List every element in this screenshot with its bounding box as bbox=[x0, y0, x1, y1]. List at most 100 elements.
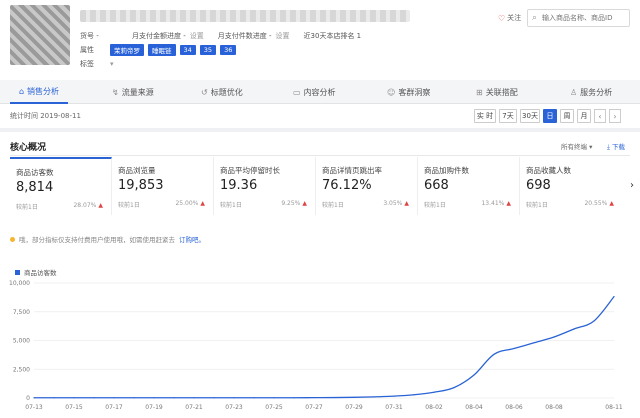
shop-rank: 近30天本店排名 1 bbox=[303, 32, 362, 40]
period-day[interactable]: 日 bbox=[543, 109, 557, 123]
data-point bbox=[233, 397, 235, 399]
product-thumbnail bbox=[10, 5, 70, 65]
tab-label: 标题优化 bbox=[210, 87, 243, 97]
attribute-tag: 睡眠链 bbox=[148, 44, 176, 56]
data-point bbox=[613, 296, 615, 298]
tab-sales-analysis[interactable]: ⌂ 销售分析 bbox=[10, 80, 68, 104]
tag-icon: ↺ bbox=[201, 87, 208, 97]
data-point bbox=[333, 396, 335, 399]
y-tick-label: 2,500 bbox=[13, 366, 30, 373]
prev-date-button[interactable]: ‹ bbox=[594, 109, 606, 123]
period-30d[interactable]: 30天 bbox=[520, 109, 540, 123]
x-tick-label: 07-19 bbox=[145, 404, 163, 411]
set-amount-link[interactable]: 设置 bbox=[190, 31, 204, 41]
data-point bbox=[593, 320, 595, 322]
data-point bbox=[133, 397, 135, 399]
tab-customer-insight[interactable]: ☺ 客群洞察 bbox=[387, 80, 430, 104]
period-month[interactable]: 月 bbox=[577, 109, 591, 123]
tab-label: 关联搭配 bbox=[485, 87, 518, 97]
y-tick-label: 0 bbox=[26, 395, 30, 402]
y-tick-label: 5,000 bbox=[13, 338, 30, 345]
chart-icon: ⌂ bbox=[18, 86, 25, 96]
data-point bbox=[533, 342, 535, 344]
data-point bbox=[113, 397, 115, 399]
tab-label: 流量来源 bbox=[121, 87, 154, 97]
product-header: 货号 - 月支付金额进度 - 设置 月支付件数进度 - 设置 近30天本店排名 … bbox=[0, 0, 640, 80]
data-point bbox=[93, 397, 95, 399]
period-7d[interactable]: 7天 bbox=[499, 109, 517, 123]
x-tick-label: 07-23 bbox=[225, 404, 243, 411]
visitors-line-chart: 0 2,500 5,000 7,500 10,000 07-13 07-15 07-17 07-… bbox=[9, 280, 623, 411]
tab-label: 销售分析 bbox=[27, 86, 60, 96]
core-overview-panel: 核心概况 所有终端 ▾ ⤓ 下载 商品访客数 8,814 较前1日 28.07%… bbox=[0, 132, 640, 418]
x-tick-label: 07-15 bbox=[65, 404, 83, 411]
tab-traffic-source[interactable]: ↯ 流量来源 bbox=[112, 80, 154, 104]
x-tick-label: 07-31 bbox=[385, 404, 403, 411]
meta-row-2: 属性 茉莉帝罗 睡眠链 34 35 36 bbox=[80, 44, 237, 56]
x-tick-label: 08-02 bbox=[425, 404, 443, 411]
x-tick-label: 08-11 bbox=[605, 404, 623, 411]
meta-label-item-no: 货号 - bbox=[80, 32, 99, 40]
set-count-link[interactable]: 设置 bbox=[276, 31, 290, 41]
y-tick-label: 7,500 bbox=[13, 309, 30, 316]
tab-title-optimization[interactable]: ↺ 标题优化 bbox=[201, 80, 243, 104]
traffic-icon: ↯ bbox=[112, 87, 119, 97]
attribute-tag: 茉莉帝罗 bbox=[110, 44, 144, 56]
time-bar: 统计时间 2019-08-11 实 时 7天 30天 日 周 月 ‹ › bbox=[0, 104, 640, 128]
data-point bbox=[473, 374, 475, 376]
data-point bbox=[493, 353, 495, 355]
data-point bbox=[193, 397, 195, 399]
data-point bbox=[53, 397, 55, 399]
product-title-blurred bbox=[80, 10, 410, 22]
link-icon: ⊞ bbox=[476, 87, 483, 97]
data-point bbox=[33, 397, 35, 399]
x-tick-label: 07-17 bbox=[105, 404, 123, 411]
data-point bbox=[513, 347, 515, 350]
x-tick-label: 08-04 bbox=[465, 404, 483, 411]
data-point bbox=[433, 391, 435, 393]
follow-button[interactable]: ♡ 关注 bbox=[498, 13, 521, 23]
users-icon: ☺ bbox=[387, 87, 396, 97]
data-point bbox=[353, 396, 355, 398]
x-tick-label: 07-29 bbox=[345, 404, 363, 411]
product-search[interactable]: ⌕ bbox=[527, 9, 630, 27]
monthly-count-progress: 月支付件数进度 - bbox=[217, 32, 272, 40]
meta-row-3: 标签 ▾ bbox=[80, 59, 114, 69]
data-point bbox=[73, 397, 75, 399]
search-input[interactable] bbox=[542, 12, 628, 24]
service-icon: ♙ bbox=[570, 87, 578, 97]
meta-label-tags: 标签 bbox=[80, 60, 94, 68]
x-tick-label: 08-06 bbox=[505, 404, 523, 411]
next-date-button[interactable]: › bbox=[609, 109, 621, 123]
tab-content-analysis[interactable]: ▭ 内容分析 bbox=[293, 80, 336, 104]
data-point bbox=[573, 328, 575, 330]
tab-related-match[interactable]: ⊞ 关联搭配 bbox=[476, 80, 518, 104]
data-point bbox=[373, 396, 375, 398]
follow-label: 关注 bbox=[507, 14, 522, 22]
data-point bbox=[453, 387, 455, 389]
meta-label-attributes: 属性 bbox=[80, 46, 94, 54]
search-icon: ⌕ bbox=[532, 13, 538, 23]
period-selector: 实 时 7天 30天 日 周 月 ‹ › bbox=[474, 109, 621, 123]
stat-time: 统计时间 2019-08-11 bbox=[10, 112, 81, 120]
y-tick-label: 10,000 bbox=[9, 280, 30, 287]
x-tick-label: 07-13 bbox=[25, 404, 43, 411]
tab-label: 服务分析 bbox=[580, 87, 613, 97]
product-analysis-page: 货号 - 月支付金额进度 - 设置 月支付件数进度 - 设置 近30天本店排名 … bbox=[0, 0, 640, 418]
doc-icon: ▭ bbox=[293, 87, 301, 97]
period-week[interactable]: 周 bbox=[560, 109, 574, 123]
tab-service-analysis[interactable]: ♙ 服务分析 bbox=[570, 80, 612, 104]
attribute-tag: 36 bbox=[220, 45, 237, 55]
heart-icon: ♡ bbox=[498, 13, 506, 23]
analysis-tabs: ⌂ 销售分析 ↯ 流量来源 ↺ 标题优化 ▭ 内容分析 ☺ 客群洞察 ⊞ 关联搭… bbox=[0, 80, 640, 104]
tab-label: 客群洞察 bbox=[398, 87, 431, 97]
attribute-tag: 35 bbox=[199, 45, 217, 55]
data-point bbox=[553, 336, 555, 338]
x-tick-label: 07-21 bbox=[185, 404, 203, 411]
tab-label: 内容分析 bbox=[303, 87, 336, 97]
data-point bbox=[293, 397, 295, 399]
period-realtime[interactable]: 实 时 bbox=[474, 109, 496, 123]
x-tick-label: 07-27 bbox=[305, 404, 323, 411]
data-point bbox=[313, 397, 315, 399]
chevron-down-icon[interactable]: ▾ bbox=[110, 60, 114, 68]
